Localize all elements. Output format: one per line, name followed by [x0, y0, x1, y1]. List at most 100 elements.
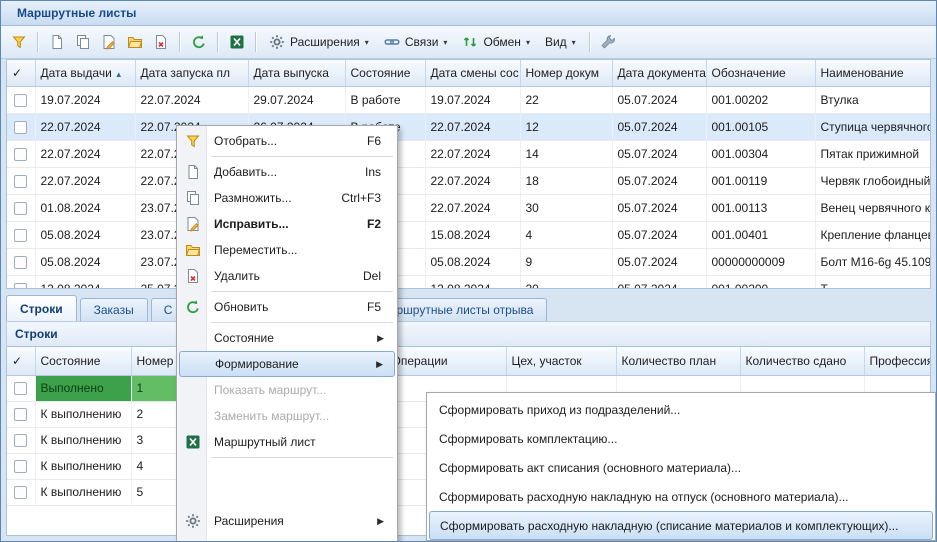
- table-row[interactable]: 12.08.2024 25.07.2024 12.08.2024 20 05.0…: [7, 275, 931, 289]
- table-row[interactable]: 05.08.2024 23.07.2024 05.08.2024 9 05.07…: [7, 248, 931, 275]
- cell[interactable]: 001.00119: [706, 167, 815, 194]
- cell[interactable]: 22.07.2024: [35, 167, 135, 194]
- cell[interactable]: 29.07.2024: [248, 86, 345, 113]
- row-select-cell[interactable]: [7, 113, 35, 140]
- table-row[interactable]: 22.07.2024 22.07.2024 22.07.2024 14 05.0…: [7, 140, 931, 167]
- column-header-doc-date[interactable]: Дата документа: [612, 60, 706, 86]
- table-row[interactable]: 05.08.2024 23.07.2024 15.08.2024 4 05.07…: [7, 221, 931, 248]
- select-all-header[interactable]: ✓: [7, 60, 35, 86]
- tab-stroki[interactable]: Строки: [6, 295, 77, 321]
- cell[interactable]: 18: [520, 167, 612, 194]
- cell[interactable]: 19.07.2024: [425, 86, 520, 113]
- cell[interactable]: 001.00202: [706, 86, 815, 113]
- column-header-workshop[interactable]: Цех, участок: [506, 347, 616, 375]
- column-header-number[interactable]: Номер: [131, 347, 179, 375]
- cell[interactable]: 9: [520, 248, 612, 275]
- add-document-button[interactable]: [44, 30, 69, 55]
- menu-item-route-sheet[interactable]: Маршрутный лист: [179, 429, 395, 455]
- move-button[interactable]: [122, 30, 147, 55]
- cell[interactable]: 2: [131, 401, 179, 427]
- cell[interactable]: К выполнению: [35, 427, 131, 453]
- cell[interactable]: 05.07.2024: [612, 113, 706, 140]
- cell[interactable]: 05.07.2024: [612, 194, 706, 221]
- cell[interactable]: 19.07.2024: [35, 86, 135, 113]
- submenu-item-issue-invoice[interactable]: Сформировать расходную накладную на отпу…: [429, 482, 933, 511]
- row-checkbox[interactable]: [14, 148, 27, 161]
- tab-zakazy[interactable]: Заказы: [80, 298, 148, 321]
- cell[interactable]: 4: [520, 221, 612, 248]
- cell[interactable]: 22.07.2024: [425, 113, 520, 140]
- cell[interactable]: 001.00113: [706, 194, 815, 221]
- refresh-button[interactable]: [186, 30, 211, 55]
- cell[interactable]: 00000000009: [706, 248, 815, 275]
- cell[interactable]: 05.07.2024: [612, 248, 706, 275]
- column-header-state[interactable]: Состояние: [345, 60, 425, 86]
- cell[interactable]: В работе: [345, 86, 425, 113]
- cell[interactable]: Болт M16-6g 45.109: [815, 248, 931, 275]
- row-checkbox[interactable]: [14, 175, 27, 188]
- cell[interactable]: 4: [131, 453, 179, 479]
- cell[interactable]: 20: [520, 275, 612, 289]
- edit-button[interactable]: [96, 30, 121, 55]
- row-select-cell[interactable]: [7, 86, 35, 113]
- cell[interactable]: 22.07.2024: [135, 86, 248, 113]
- row-checkbox[interactable]: [14, 460, 27, 473]
- row-select-cell[interactable]: [7, 453, 35, 479]
- row-select-cell[interactable]: [7, 140, 35, 167]
- column-header-profession[interactable]: Профессия: [864, 347, 931, 375]
- cell[interactable]: 12.08.2024: [425, 275, 520, 289]
- cell[interactable]: 3: [131, 427, 179, 453]
- row-select-cell[interactable]: [7, 375, 35, 401]
- cell[interactable]: 22.07.2024: [35, 140, 135, 167]
- cell[interactable]: 5: [131, 479, 179, 505]
- duplicate-button[interactable]: [70, 30, 95, 55]
- extensions-dropdown[interactable]: Расширения ▾: [262, 30, 376, 55]
- settings-button[interactable]: [596, 30, 621, 55]
- column-header-designation[interactable]: Обозначение: [706, 60, 815, 86]
- links-dropdown[interactable]: Связи ▾: [377, 30, 455, 55]
- column-header-name[interactable]: Наименование: [815, 60, 931, 86]
- column-header-issue-date[interactable]: Дата выдачи▲: [35, 60, 135, 86]
- menu-item-duplicate[interactable]: Размножить... Ctrl+F3: [179, 185, 395, 211]
- row-select-cell[interactable]: [7, 167, 35, 194]
- menu-item-select[interactable]: Отобрать... F6: [179, 128, 395, 154]
- select-all-header[interactable]: ✓: [7, 347, 35, 375]
- cell[interactable]: 05.08.2024: [35, 221, 135, 248]
- submenu-item-receipt[interactable]: Сформировать приход из подразделений...: [429, 395, 933, 424]
- table-row-selected[interactable]: 22.07.2024 22.07.2024 26.07.2024 В работ…: [7, 113, 931, 140]
- cell[interactable]: 14: [520, 140, 612, 167]
- cell[interactable]: Т: [815, 275, 931, 289]
- column-header-operations[interactable]: Операции: [386, 347, 506, 375]
- menu-item-add[interactable]: Добавить... Ins: [179, 159, 395, 185]
- cell[interactable]: 05.07.2024: [612, 167, 706, 194]
- menu-item-state[interactable]: Состояние ▶: [179, 325, 395, 351]
- row-checkbox[interactable]: [14, 434, 27, 447]
- column-header-qty-plan[interactable]: Количество план: [616, 347, 740, 375]
- state-badge[interactable]: Выполнено: [35, 375, 131, 401]
- cell[interactable]: 15.08.2024: [425, 221, 520, 248]
- cell[interactable]: 05.07.2024: [612, 221, 706, 248]
- cell[interactable]: 05.08.2024: [35, 248, 135, 275]
- row-checkbox[interactable]: [14, 121, 27, 134]
- submenu-item-writeoff-invoice[interactable]: Сформировать расходную накладную (списан…: [429, 511, 933, 540]
- cell[interactable]: 05.07.2024: [612, 86, 706, 113]
- table-row[interactable]: 01.08.2024 23.07.2024 22.07.2024 30 05.0…: [7, 194, 931, 221]
- row-select-cell[interactable]: [7, 221, 35, 248]
- cell[interactable]: 22.07.2024: [35, 113, 135, 140]
- exchange-dropdown[interactable]: Обмен ▾: [455, 30, 537, 55]
- delete-button[interactable]: [148, 30, 173, 55]
- cell[interactable]: 001.00105: [706, 113, 815, 140]
- cell[interactable]: К выполнению: [35, 479, 131, 505]
- cell[interactable]: 05.07.2024: [612, 275, 706, 289]
- menu-item-extensions[interactable]: Расширения ▶: [179, 508, 395, 534]
- row-select-cell[interactable]: [7, 248, 35, 275]
- table-row[interactable]: 22.07.2024 22.07.2024 22.07.2024 18 05.0…: [7, 167, 931, 194]
- menu-item-formation[interactable]: Формирование ▶: [179, 351, 395, 377]
- column-header-launch-date[interactable]: Дата запуска пл: [135, 60, 248, 86]
- cell[interactable]: 05.07.2024: [612, 140, 706, 167]
- row-checkbox[interactable]: [14, 94, 27, 107]
- cell[interactable]: 001.00401: [706, 221, 815, 248]
- row-checkbox[interactable]: [14, 486, 27, 499]
- row-select-cell[interactable]: [7, 194, 35, 221]
- cell[interactable]: 1: [131, 375, 179, 401]
